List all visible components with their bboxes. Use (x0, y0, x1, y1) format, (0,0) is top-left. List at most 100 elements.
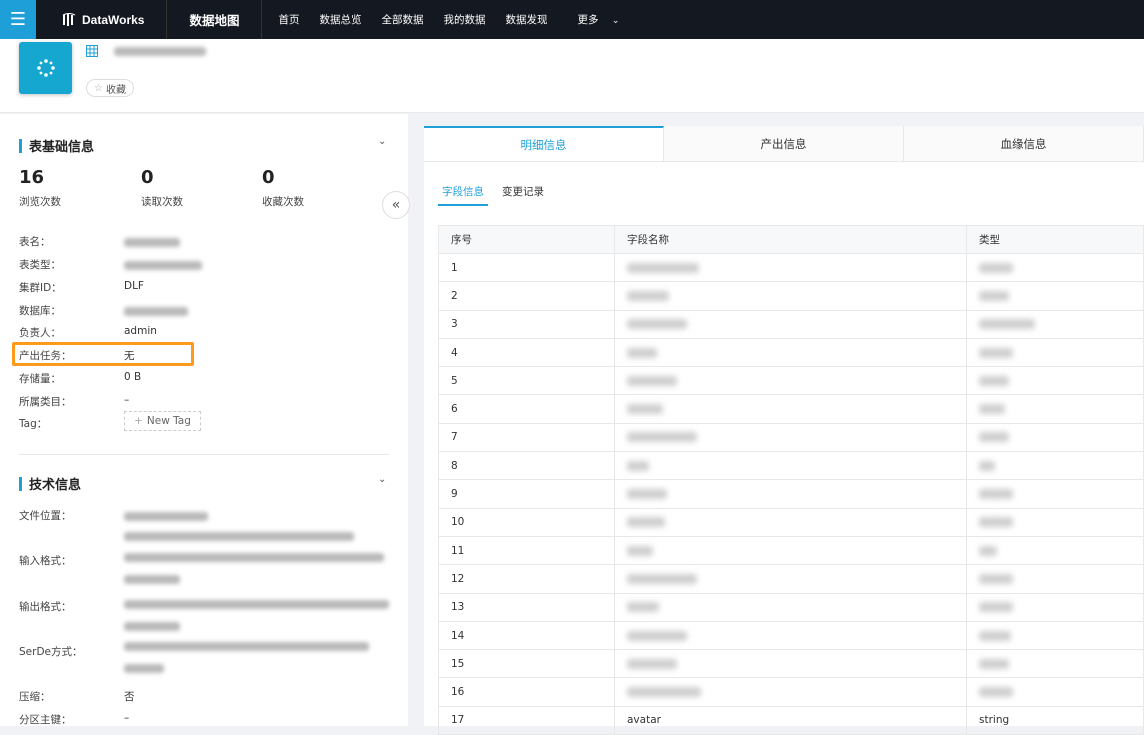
column-header-field-name[interactable]: 字段名称 (614, 225, 967, 254)
label-serde: SerDe方式： (19, 646, 83, 658)
nav-item-overview[interactable]: 数据总览 (309, 12, 371, 27)
nav-item-my-data[interactable]: 我的数据 (433, 12, 495, 27)
product-logo[interactable]: DataWorks (36, 0, 168, 39)
new-tag-button[interactable]: + New Tag (124, 411, 201, 431)
value-file-location (124, 510, 384, 541)
chevron-down-icon[interactable]: ⌄ (378, 136, 386, 147)
table-row[interactable]: 15 (438, 649, 1144, 679)
redacted-value (979, 262, 1013, 273)
cell-field-name-text: avatar (627, 714, 661, 727)
redacted-value (627, 602, 659, 613)
table-row[interactable]: 1 (438, 252, 1144, 283)
table-type-icon (19, 42, 72, 94)
detail-tabs: 明细信息 产出信息 血缘信息 (424, 126, 1144, 162)
table-row[interactable]: 12 (438, 564, 1144, 594)
cell-index-text: 3 (451, 318, 458, 331)
subtab-changes[interactable]: 变更记录 (498, 182, 548, 206)
tab-details[interactable]: 明细信息 (424, 126, 664, 161)
redacted-value (627, 290, 669, 301)
table-row[interactable]: 6 (438, 394, 1144, 424)
favorite-button[interactable]: ☆ 收藏 (86, 79, 134, 97)
redacted-value (979, 489, 1013, 500)
redacted-value (627, 630, 687, 641)
cell-type (966, 535, 1144, 566)
nav-item-more[interactable]: 更多 ⌄ (557, 12, 629, 27)
redacted-value (979, 517, 1013, 528)
stat-reads-label: 读取次数 (141, 196, 183, 208)
table-row[interactable]: 5 (438, 366, 1144, 396)
redacted-value (627, 489, 667, 500)
star-icon: ☆ (94, 82, 103, 94)
cell-field-name (614, 366, 967, 396)
nav-item-all-data[interactable]: 全部数据 (371, 12, 433, 27)
table-row[interactable]: 7 (438, 422, 1144, 453)
stat-reads: 0 读取次数 (141, 167, 183, 209)
cell-index-text: 11 (451, 544, 465, 557)
cell-index-text: 14 (451, 629, 465, 642)
tab-output[interactable]: 产出信息 (664, 126, 904, 161)
cell-field-name (614, 281, 967, 311)
table-glyph-icon (36, 59, 55, 77)
table-row[interactable]: 4 (438, 337, 1144, 368)
column-header-index[interactable]: 序号 (438, 225, 615, 254)
tech-info-title: 技术信息 (19, 474, 81, 493)
module-title[interactable]: 数据地图 (167, 0, 263, 39)
table-name-redacted (114, 46, 206, 56)
table-row[interactable]: 17 avatar string (438, 705, 1144, 735)
redacted-value (979, 460, 995, 471)
table-row[interactable]: 3 (438, 309, 1144, 339)
stat-views: 16 浏览次数 (19, 167, 61, 209)
cell-type (966, 422, 1144, 453)
cell-index-text: 2 (451, 289, 458, 302)
cell-index: 10 (438, 507, 615, 537)
cell-index-text: 13 (451, 601, 465, 614)
nav-item-discovery[interactable]: 数据发现 (495, 12, 557, 27)
cell-index: 14 (438, 620, 615, 651)
nav-item-home[interactable]: 首页 (268, 12, 309, 27)
cell-type (966, 366, 1144, 396)
table-row[interactable]: 9 (438, 479, 1144, 509)
cell-field-name (614, 535, 967, 566)
cell-type (966, 649, 1144, 679)
cell-index-text: 1 (451, 261, 458, 274)
cell-field-name (614, 451, 967, 481)
main-nav: 首页 数据总览 全部数据 我的数据 数据发现 更多 ⌄ (268, 0, 629, 39)
value-owner: admin (124, 325, 157, 337)
value-table-name (124, 236, 180, 248)
value-storage: 0 B (124, 371, 142, 383)
value-compression: 否 (124, 691, 135, 703)
subtab-fields[interactable]: 字段信息 (438, 182, 488, 206)
table-row[interactable]: 13 (438, 592, 1144, 622)
label-table-name: 表名： (19, 236, 51, 248)
cell-type (966, 451, 1144, 481)
cell-field-name (614, 564, 967, 594)
plus-icon: + (134, 415, 143, 427)
column-header-type[interactable]: 类型 (966, 225, 1144, 254)
redacted-value (627, 460, 649, 471)
table-row[interactable]: 2 (438, 281, 1144, 311)
sub-tabs: 字段信息 变更记录 (438, 182, 548, 206)
tab-lineage[interactable]: 血缘信息 (904, 126, 1144, 161)
table-row[interactable]: 10 (438, 507, 1144, 537)
table-header: ☆ 收藏 (0, 39, 1144, 113)
cell-index: 6 (438, 394, 615, 424)
cell-type (966, 337, 1144, 368)
table-row[interactable]: 11 (438, 535, 1144, 566)
label-partition-key: 分区主键： (19, 714, 72, 726)
label-owner: 负责人： (19, 327, 61, 339)
hamburger-menu-icon[interactable]: ☰ (0, 0, 36, 39)
table-row[interactable]: 16 (438, 677, 1144, 707)
cell-index-text: 10 (451, 516, 465, 529)
cell-type (966, 592, 1144, 622)
value-cluster-id: DLF (124, 280, 144, 292)
stat-views-label: 浏览次数 (19, 196, 61, 208)
table-row[interactable]: 8 (438, 451, 1144, 481)
grid-table-icon (86, 45, 98, 57)
value-database (124, 305, 188, 317)
table-row[interactable]: 14 (438, 620, 1144, 651)
collapse-panel-icon[interactable]: « (382, 191, 410, 219)
chevron-down-icon[interactable]: ⌄ (378, 474, 386, 485)
cell-type (966, 620, 1144, 651)
cell-index-text: 5 (451, 374, 458, 387)
cell-field-name: avatar (614, 705, 967, 735)
